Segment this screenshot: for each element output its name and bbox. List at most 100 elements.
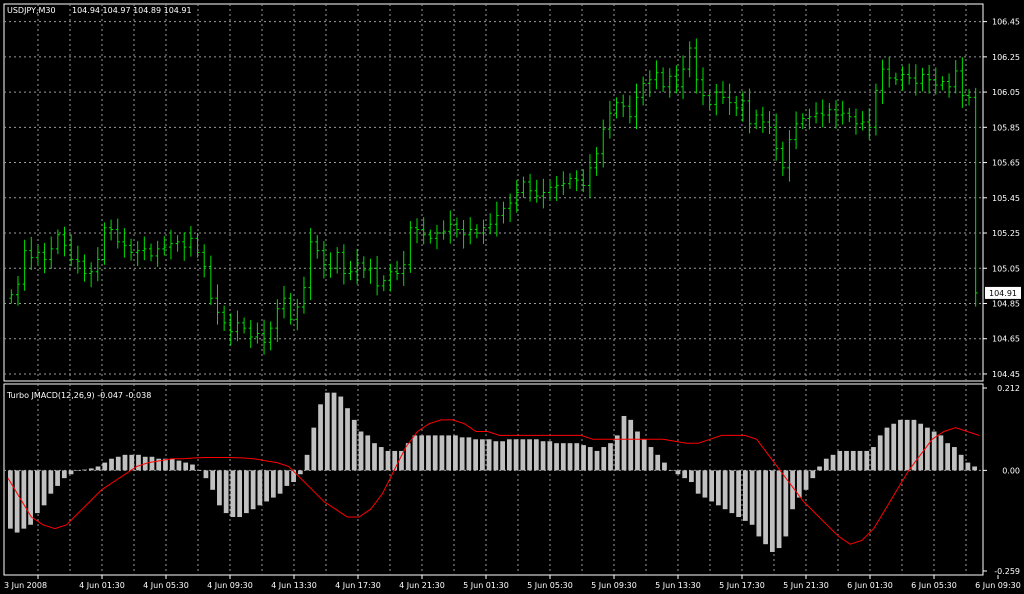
histogram-bar: [392, 450, 398, 471]
histogram-bar: [702, 470, 708, 498]
histogram-bar: [736, 470, 741, 517]
histogram-bar: [426, 435, 431, 471]
histogram-bar: [466, 437, 472, 471]
histogram-bar: [230, 470, 236, 517]
histogram-bar: [972, 466, 977, 471]
histogram-bar: [412, 435, 418, 471]
histogram-bar: [88, 468, 94, 471]
main-panel-border: [3, 3, 984, 382]
histogram-bar: [877, 435, 883, 471]
histogram-bar: [345, 408, 350, 471]
histogram-bar: [500, 441, 505, 471]
histogram-bar: [446, 435, 452, 471]
histogram-bar: [257, 470, 263, 506]
histogram-bar: [385, 450, 391, 471]
price-tick-label: 104.45: [992, 370, 1020, 379]
time-tick-label: 4 Jun 01:30: [79, 581, 125, 590]
price-tick-label: 105.45: [992, 194, 1020, 203]
histogram-bar: [48, 470, 54, 494]
histogram-bar: [635, 431, 640, 471]
time-tick-label: 6 Jun 01:30: [847, 581, 893, 590]
histogram-bar: [358, 431, 364, 471]
histogram-bar: [217, 470, 222, 506]
histogram-bar: [473, 439, 479, 471]
histogram-bar: [823, 458, 829, 471]
time-tick-label: 5 Jun 21:30: [783, 581, 829, 590]
histogram-bar: [405, 443, 411, 471]
histogram-bar: [608, 443, 613, 471]
histogram-bar: [837, 450, 843, 471]
price-tick-label: 106.05: [992, 88, 1020, 97]
histogram-bar: [952, 447, 957, 471]
histogram-bar: [695, 470, 701, 494]
histogram-bar: [547, 441, 553, 471]
histogram-bar: [810, 470, 816, 479]
histogram-bar: [223, 470, 229, 514]
histogram-bar: [527, 439, 532, 471]
time-tick-label: 5 Jun 01:30: [463, 581, 509, 590]
time-tick-label: 4 Jun 09:30: [207, 581, 253, 590]
histogram-bar: [904, 419, 910, 471]
ohlc-values-label: 104.94 104.97 104.89 104.91: [72, 6, 192, 15]
histogram-bar: [844, 450, 849, 471]
signal-line: [7, 419, 980, 545]
histogram-bar: [432, 435, 438, 471]
histogram-bar: [958, 454, 964, 471]
histogram-bar: [850, 450, 856, 471]
price-tick-label: 104.65: [992, 335, 1020, 344]
histogram-bar: [891, 423, 897, 471]
histogram-bar: [857, 450, 863, 471]
histogram-bar: [871, 447, 876, 471]
ind-tick-label: -0.259: [994, 567, 1020, 576]
histogram-bar: [378, 447, 384, 471]
histogram-bar: [648, 447, 654, 471]
histogram-bar: [898, 419, 903, 471]
histogram-bar: [82, 469, 87, 471]
price-tick-label: 105.25: [992, 229, 1020, 238]
histogram-bar: [601, 447, 607, 471]
histogram-bar: [318, 404, 323, 471]
histogram-bar: [567, 443, 573, 471]
histogram-bar: [864, 450, 870, 471]
histogram-bar: [291, 470, 296, 483]
histogram-bar: [439, 435, 445, 471]
histogram-bar: [560, 443, 566, 471]
histogram-bar: [196, 470, 202, 471]
histogram-bar: [776, 470, 782, 549]
histogram-bar: [136, 454, 141, 471]
histogram-bar: [75, 470, 81, 471]
histogram-bar: [533, 439, 539, 471]
price-tick-label: 105.65: [992, 159, 1020, 168]
histogram-bar: [641, 439, 647, 471]
histogram-bar: [506, 439, 512, 471]
histogram-bar: [722, 470, 728, 510]
histogram-bar: [203, 470, 209, 479]
histogram-bar: [803, 470, 809, 490]
histogram-bar: [668, 470, 674, 471]
histogram-bar: [709, 470, 715, 502]
histogram-bar: [587, 447, 593, 471]
time-tick-label: 3 Jun 2008: [4, 581, 47, 590]
histogram-bar: [554, 443, 559, 471]
histogram-bar: [304, 454, 310, 471]
histogram-bar: [729, 470, 735, 514]
price-tick-label: 106.45: [992, 18, 1020, 27]
price-tick-label: 105.05: [992, 264, 1020, 273]
histogram-bar: [581, 445, 586, 471]
histogram-bar: [284, 470, 290, 486]
histogram-bar: [540, 441, 546, 471]
histogram-bar: [925, 427, 930, 471]
histogram-bar: [264, 470, 269, 502]
histogram-bar: [68, 470, 74, 475]
histogram-bar: [453, 435, 458, 471]
histogram-bar: [237, 470, 243, 517]
histogram-bar: [21, 470, 27, 529]
time-tick-label: 5 Jun 09:30: [591, 581, 637, 590]
indicator-label: Turbo JMACD(12,26,9) -0.047 -0.038: [6, 391, 151, 400]
time-tick-label: 6 Jun 05:30: [911, 581, 957, 590]
histogram-bar: [61, 470, 67, 479]
histogram-bar: [34, 470, 40, 514]
histogram-bar: [365, 435, 371, 471]
histogram-bar: [190, 464, 195, 471]
current-price-label: 104.91: [989, 289, 1017, 298]
